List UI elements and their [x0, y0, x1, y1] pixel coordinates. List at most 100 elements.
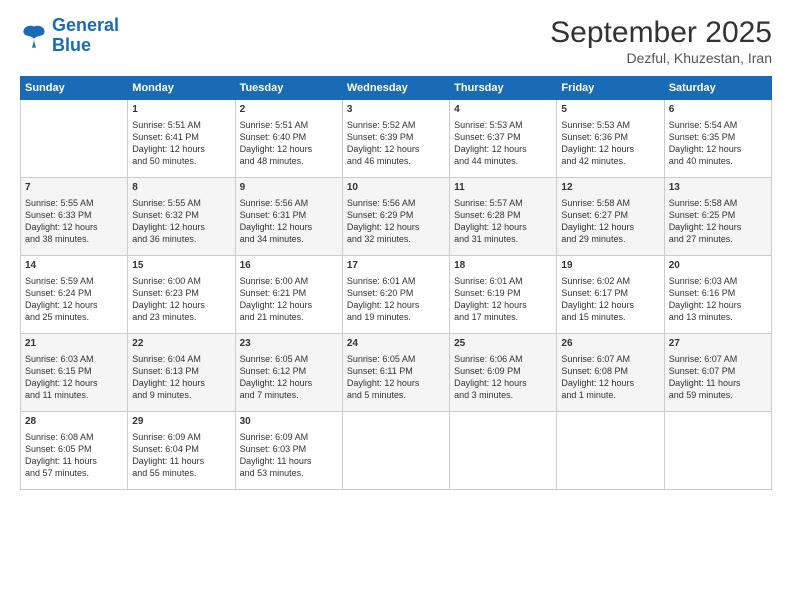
calendar-week-1: 7Sunrise: 5:55 AMSunset: 6:33 PMDaylight…: [21, 178, 772, 256]
cell-text: Sunrise: 6:07 AM: [561, 353, 659, 365]
calendar-cell: 1Sunrise: 5:51 AMSunset: 6:41 PMDaylight…: [128, 100, 235, 178]
cell-text: and 36 minutes.: [132, 233, 230, 245]
day-number: 8: [132, 181, 230, 195]
calendar-cell: 29Sunrise: 6:09 AMSunset: 6:04 PMDayligh…: [128, 412, 235, 490]
cell-text: Daylight: 12 hours: [132, 143, 230, 155]
header-tuesday: Tuesday: [235, 77, 342, 100]
cell-text: Sunrise: 5:56 AM: [347, 197, 445, 209]
day-number: 19: [561, 259, 659, 273]
calendar-cell: 26Sunrise: 6:07 AMSunset: 6:08 PMDayligh…: [557, 334, 664, 412]
cell-text: Daylight: 12 hours: [669, 221, 767, 233]
cell-text: Sunset: 6:39 PM: [347, 131, 445, 143]
day-number: 18: [454, 259, 552, 273]
cell-text: and 25 minutes.: [25, 311, 123, 323]
calendar-week-2: 14Sunrise: 5:59 AMSunset: 6:24 PMDayligh…: [21, 256, 772, 334]
cell-text: Sunrise: 5:56 AM: [240, 197, 338, 209]
cell-text: Daylight: 12 hours: [240, 377, 338, 389]
day-number: 30: [240, 415, 338, 429]
cell-text: and 13 minutes.: [669, 311, 767, 323]
cell-text: Sunrise: 5:58 AM: [561, 197, 659, 209]
cell-text: Daylight: 12 hours: [347, 221, 445, 233]
cell-text: and 46 minutes.: [347, 155, 445, 167]
cell-text: Daylight: 12 hours: [561, 221, 659, 233]
cell-text: Sunrise: 5:52 AM: [347, 119, 445, 131]
cell-text: Sunset: 6:37 PM: [454, 131, 552, 143]
cell-text: Sunset: 6:13 PM: [132, 365, 230, 377]
cell-text: Sunrise: 6:05 AM: [347, 353, 445, 365]
calendar-cell: 15Sunrise: 6:00 AMSunset: 6:23 PMDayligh…: [128, 256, 235, 334]
day-number: 15: [132, 259, 230, 273]
calendar-cell: 10Sunrise: 5:56 AMSunset: 6:29 PMDayligh…: [342, 178, 449, 256]
calendar-cell: 27Sunrise: 6:07 AMSunset: 6:07 PMDayligh…: [664, 334, 771, 412]
day-number: 3: [347, 103, 445, 117]
cell-text: Sunrise: 6:08 AM: [25, 431, 123, 443]
cell-text: Sunrise: 6:07 AM: [669, 353, 767, 365]
calendar-cell: 4Sunrise: 5:53 AMSunset: 6:37 PMDaylight…: [450, 100, 557, 178]
day-number: 13: [669, 181, 767, 195]
day-number: 14: [25, 259, 123, 273]
calendar-cell: 8Sunrise: 5:55 AMSunset: 6:32 PMDaylight…: [128, 178, 235, 256]
cell-text: and 7 minutes.: [240, 389, 338, 401]
cell-text: Daylight: 11 hours: [240, 455, 338, 467]
header-wednesday: Wednesday: [342, 77, 449, 100]
cell-text: Sunset: 6:12 PM: [240, 365, 338, 377]
cell-text: Daylight: 12 hours: [454, 221, 552, 233]
cell-text: Daylight: 12 hours: [454, 299, 552, 311]
calendar-week-3: 21Sunrise: 6:03 AMSunset: 6:15 PMDayligh…: [21, 334, 772, 412]
cell-text: Sunrise: 6:04 AM: [132, 353, 230, 365]
cell-text: Sunrise: 5:59 AM: [25, 275, 123, 287]
logo: General Blue: [20, 16, 119, 56]
cell-text: Sunset: 6:41 PM: [132, 131, 230, 143]
cell-text: and 31 minutes.: [454, 233, 552, 245]
cell-text: Sunrise: 6:01 AM: [347, 275, 445, 287]
cell-text: Sunrise: 5:53 AM: [561, 119, 659, 131]
cell-text: Sunset: 6:19 PM: [454, 287, 552, 299]
cell-text: Sunset: 6:11 PM: [347, 365, 445, 377]
logo-icon: [20, 22, 48, 50]
cell-text: Sunset: 6:35 PM: [669, 131, 767, 143]
title-block: September 2025 Dezful, Khuzestan, Iran: [550, 16, 772, 66]
cell-text: Daylight: 12 hours: [347, 143, 445, 155]
cell-text: Sunrise: 6:05 AM: [240, 353, 338, 365]
header-saturday: Saturday: [664, 77, 771, 100]
cell-text: and 19 minutes.: [347, 311, 445, 323]
cell-text: and 55 minutes.: [132, 467, 230, 479]
cell-text: Sunset: 6:03 PM: [240, 443, 338, 455]
calendar-cell: 20Sunrise: 6:03 AMSunset: 6:16 PMDayligh…: [664, 256, 771, 334]
cell-text: Sunset: 6:07 PM: [669, 365, 767, 377]
cell-text: and 40 minutes.: [669, 155, 767, 167]
day-number: 5: [561, 103, 659, 117]
cell-text: Sunset: 6:15 PM: [25, 365, 123, 377]
cell-text: Sunset: 6:25 PM: [669, 209, 767, 221]
calendar-week-0: 1Sunrise: 5:51 AMSunset: 6:41 PMDaylight…: [21, 100, 772, 178]
page: General Blue September 2025 Dezful, Khuz…: [0, 0, 792, 612]
calendar-cell: 9Sunrise: 5:56 AMSunset: 6:31 PMDaylight…: [235, 178, 342, 256]
cell-text: Sunrise: 6:02 AM: [561, 275, 659, 287]
cell-text: Sunset: 6:29 PM: [347, 209, 445, 221]
cell-text: and 44 minutes.: [454, 155, 552, 167]
day-number: 25: [454, 337, 552, 351]
calendar-cell: 24Sunrise: 6:05 AMSunset: 6:11 PMDayligh…: [342, 334, 449, 412]
calendar-cell: 28Sunrise: 6:08 AMSunset: 6:05 PMDayligh…: [21, 412, 128, 490]
cell-text: and 53 minutes.: [240, 467, 338, 479]
day-number: 20: [669, 259, 767, 273]
header: General Blue September 2025 Dezful, Khuz…: [20, 16, 772, 66]
cell-text: Daylight: 12 hours: [669, 143, 767, 155]
cell-text: and 5 minutes.: [347, 389, 445, 401]
calendar-cell: 22Sunrise: 6:04 AMSunset: 6:13 PMDayligh…: [128, 334, 235, 412]
day-number: 28: [25, 415, 123, 429]
cell-text: and 23 minutes.: [132, 311, 230, 323]
cell-text: and 34 minutes.: [240, 233, 338, 245]
calendar-cell: [21, 100, 128, 178]
cell-text: Sunset: 6:31 PM: [240, 209, 338, 221]
day-number: 24: [347, 337, 445, 351]
cell-text: Daylight: 12 hours: [132, 221, 230, 233]
calendar-cell: 7Sunrise: 5:55 AMSunset: 6:33 PMDaylight…: [21, 178, 128, 256]
day-number: 23: [240, 337, 338, 351]
cell-text: and 57 minutes.: [25, 467, 123, 479]
logo-line2: Blue: [52, 35, 91, 55]
cell-text: and 3 minutes.: [454, 389, 552, 401]
header-row: Sunday Monday Tuesday Wednesday Thursday…: [21, 77, 772, 100]
cell-text: Sunset: 6:16 PM: [669, 287, 767, 299]
cell-text: Daylight: 12 hours: [561, 377, 659, 389]
